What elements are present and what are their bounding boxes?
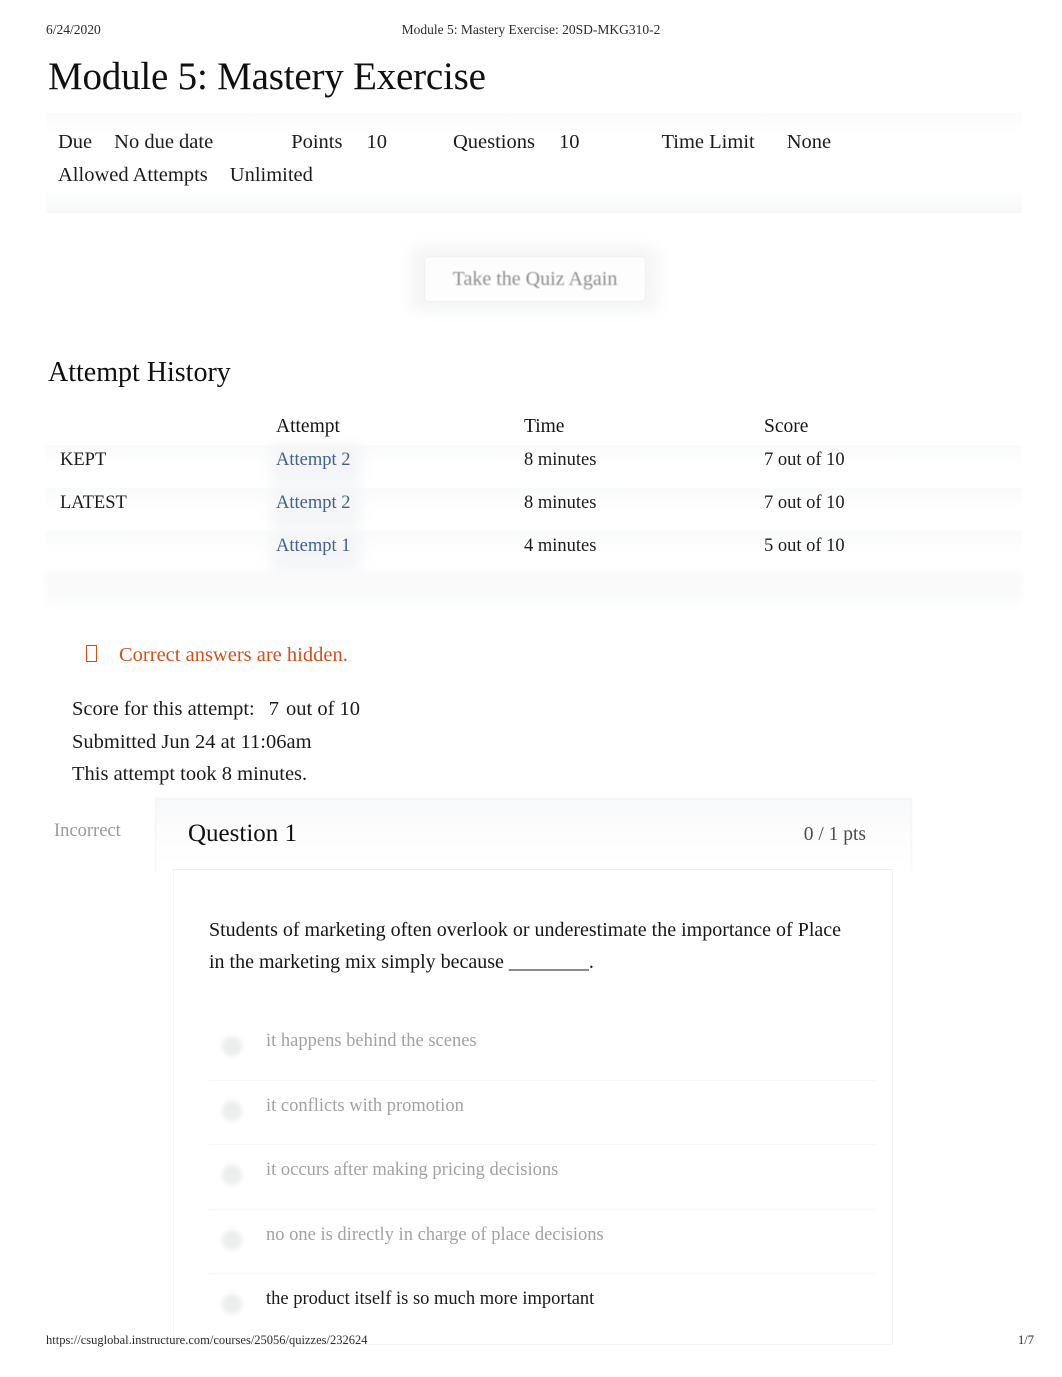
answer-label: no one is directly in charge of place de…	[266, 1224, 604, 1245]
row-attempt-link[interactable]: Attempt 1	[276, 536, 351, 557]
radio-icon[interactable]	[222, 1036, 242, 1056]
col-header-score: Score	[764, 416, 809, 437]
row-time: 8 minutes	[524, 493, 597, 513]
radio-icon[interactable]	[222, 1165, 242, 1185]
print-header-title: Module 5: Mastery Exercise: 20SD-MKG310-…	[401, 22, 661, 37]
radio-icon[interactable]	[222, 1100, 242, 1121]
attempt-summary: Score for this attempt: 7 out of 10 Submit…	[72, 693, 360, 791]
quiz-detail-row-2: Allowed Attempts Unlimited	[58, 164, 313, 187]
attempt-history-heading: Attempt History	[48, 357, 231, 388]
table-row: LATEST Attempt 2 8 minutes 7 out of 10	[46, 488, 1022, 531]
row-score: 5 out of 10	[764, 536, 845, 556]
question-card: Incorrect Question 1 0 / 1 pts Students …	[54, 798, 912, 1345]
points-label: Points	[291, 131, 343, 153]
take-quiz-again-button[interactable]: Take the Quiz Again	[424, 256, 646, 302]
answer-list: it happens behind the scenes it conflict…	[209, 1016, 875, 1338]
print-footer-page: 1/7	[1018, 1333, 1034, 1347]
allowed-attempts-label: Allowed Attempts	[58, 164, 208, 186]
row-attempt-link[interactable]: Attempt 2	[276, 493, 351, 514]
question-body: Students of marketing often overlook or …	[173, 869, 893, 1345]
attempt-history-table: Attempt Time Score KEPT Attempt 2 8 minu…	[46, 411, 1022, 574]
question-text: Students of marketing often overlook or …	[209, 919, 842, 973]
question-title: Question 1	[188, 820, 298, 847]
allowed-attempts-value: Unlimited	[229, 164, 313, 186]
answer-option[interactable]: it happens behind the scenes	[209, 1016, 875, 1081]
answer-label: it happens behind the scenes	[266, 1031, 477, 1051]
question-points: 0 / 1 pts	[803, 824, 866, 845]
print-footer: https://csuglobal.instructure.com/course…	[0, 1333, 1062, 1351]
table-row: Attempt 1 4 minutes 5 out of 10	[46, 531, 1022, 574]
score-label: Score for this attempt:	[72, 698, 255, 720]
attempt-link[interactable]: Attempt 2	[276, 493, 351, 513]
questions-value: 10	[558, 131, 580, 153]
row-time: 4 minutes	[524, 536, 597, 556]
questions-label: Questions	[452, 131, 535, 153]
attempt-link[interactable]: Attempt 2	[276, 450, 351, 470]
row-time: 8 minutes	[524, 450, 597, 470]
row-status: KEPT	[60, 450, 107, 470]
table-row: KEPT Attempt 2 8 minutes 7 out of 10	[46, 445, 1022, 488]
hidden-answers-notice-text: Correct answers are hidden.	[119, 644, 348, 666]
attempt-submitted: Submitted Jun 24 at 11:06am	[72, 730, 312, 753]
quiz-detail-row-1: Due No due date Points 10 Questions 10 Time Li…	[58, 131, 831, 154]
table-header-row: Attempt Time Score	[46, 411, 1022, 445]
attempt-link[interactable]: Attempt 1	[276, 536, 351, 556]
print-header: 6/24/2020 Module 5: Mastery Exercise: 20…	[0, 22, 1062, 42]
row-attempt-link[interactable]: Attempt 2	[276, 450, 351, 471]
answer-option[interactable]: it occurs after making pricing decisions	[209, 1145, 875, 1210]
answer-label: it conflicts with promotion	[266, 1095, 464, 1116]
score-suffix: out of 10	[286, 698, 361, 720]
row-score: 7 out of 10	[764, 493, 845, 513]
answer-option[interactable]: it conflicts with promotion	[209, 1081, 875, 1145]
answer-option[interactable]: no one is directly in charge of place de…	[209, 1210, 875, 1274]
answer-label: it occurs after making pricing decisions	[266, 1160, 559, 1180]
answer-option-selected[interactable]: the product itself is so much more impor…	[209, 1274, 875, 1338]
row-status: LATEST	[60, 493, 127, 513]
info-icon	[86, 645, 97, 662]
attempt-score-line: Score for this attempt: 7 out of 10	[72, 693, 360, 726]
row-score: 7 out of 10	[764, 450, 845, 470]
print-footer-url: https://csuglobal.instructure.com/course…	[46, 1333, 368, 1347]
table-bottom-band	[46, 571, 1022, 611]
time-limit-label: Time Limit	[661, 131, 755, 153]
points-value: 10	[366, 131, 387, 153]
radio-icon-selected[interactable]	[222, 1294, 242, 1314]
take-quiz-again-container: Take the Quiz Again	[410, 247, 658, 311]
question-verdict: Incorrect	[54, 821, 121, 841]
due-value: No due date	[114, 131, 214, 153]
time-limit-value: None	[786, 131, 832, 153]
quiz-detail-strip: Due No due date Points 10 Questions 10 Time Li…	[46, 113, 1022, 213]
col-header-time: Time	[524, 416, 565, 437]
due-label: Due	[58, 131, 93, 153]
attempt-duration: This attempt took 8 minutes.	[72, 763, 308, 786]
page-title: Module 5: Mastery Exercise	[48, 55, 486, 98]
answer-label: the product itself is so much more impor…	[266, 1289, 595, 1309]
radio-icon[interactable]	[222, 1229, 242, 1250]
score-value: 7	[268, 698, 279, 720]
hidden-answers-notice: Correct answers are hidden.	[86, 644, 348, 667]
col-header-attempt: Attempt	[276, 416, 340, 437]
